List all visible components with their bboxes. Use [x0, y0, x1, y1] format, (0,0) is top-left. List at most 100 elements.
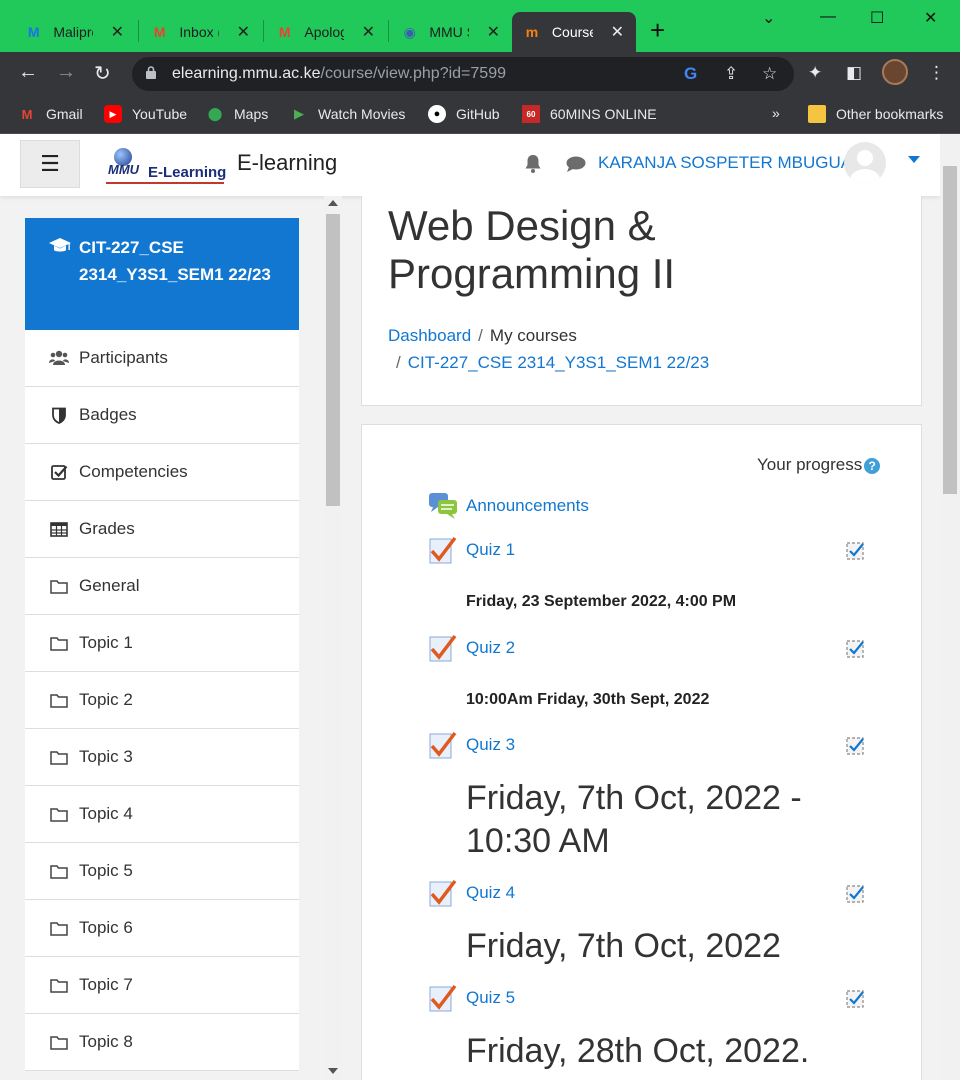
drawer-item-topic-2[interactable]: Topic 2 [25, 672, 299, 729]
folder-icon [49, 918, 69, 938]
google-lens-icon[interactable]: G [684, 64, 697, 84]
maps-pin-icon: ⬤ [207, 106, 223, 121]
mmu-favicon: ◉ [403, 23, 416, 40]
activity-announcements[interactable]: Announcements [428, 491, 589, 521]
site-name[interactable]: E-learning [237, 150, 337, 176]
quiz-date-note: Friday, 23 September 2022, 4:00 PM [466, 593, 737, 610]
chrome-menu-icon[interactable]: ⋮ [928, 63, 945, 83]
tab-title: MMU St [429, 24, 468, 40]
scrollbar-thumb[interactable] [943, 166, 957, 494]
side-panel-icon[interactable]: ◧ [846, 63, 862, 83]
address-bar[interactable]: elearning.mmu.ac.ke/course/view.php?id=7… [132, 57, 794, 91]
activity-quiz-2[interactable]: Quiz 2 [428, 633, 515, 663]
browser-tab[interactable]: M Inbox (5 ✕ [140, 12, 262, 52]
browser-tab[interactable]: ◉ MMU St ✕ [390, 12, 512, 52]
page-scrollbar[interactable] [940, 134, 960, 1080]
breadcrumb-dashboard[interactable]: Dashboard [388, 326, 471, 345]
reload-icon[interactable]: ↻ [94, 61, 111, 86]
activity-quiz-4[interactable]: Quiz 4 [428, 878, 515, 908]
drawer-item-label: Topic 4 [79, 804, 133, 823]
drawer-item-topic-1[interactable]: Topic 1 [25, 615, 299, 672]
bell-icon[interactable] [524, 154, 542, 174]
gmail-favicon: M [153, 24, 166, 40]
quiz-date-note: Friday, 7th Oct, 2022 - 10:30 AM [466, 779, 802, 860]
close-tab-icon[interactable]: ✕ [362, 22, 375, 42]
drawer-item-topic-5[interactable]: Topic 5 [25, 843, 299, 900]
drawer-item-topic-3[interactable]: Topic 3 [25, 729, 299, 786]
course-drawer: CIT-227_CSE 2314_Y3S1_SEM1 22/23 Partici… [25, 218, 299, 1080]
close-window-icon[interactable]: ✕ [924, 8, 937, 28]
share-icon[interactable]: ⇪ [724, 64, 738, 84]
completion-checkbox-icon[interactable] [846, 639, 866, 659]
completion-checkbox-icon[interactable] [846, 736, 866, 756]
bookmark-youtube[interactable]: ▶ YouTube [104, 105, 187, 123]
drawer-item-label: Grades [79, 519, 135, 538]
bookmark-other[interactable]: Other bookmarks [808, 105, 943, 123]
quiz-date-note: Friday, 7th Oct, 2022 [466, 927, 781, 965]
breadcrumb-my-courses[interactable]: My courses [490, 326, 577, 345]
graduation-cap-icon [49, 238, 71, 252]
user-name[interactable]: KARANJA SOSPETER MBUGUA [598, 153, 852, 173]
messages-icon[interactable] [566, 156, 586, 172]
extensions-icon[interactable]: ✦ [808, 63, 822, 83]
sixtymins-icon: 60 [522, 105, 540, 123]
bookmark-star-icon[interactable]: ☆ [762, 64, 777, 84]
close-tab-icon[interactable]: ✕ [611, 22, 624, 42]
help-icon[interactable]: ? [864, 457, 881, 474]
minimize-icon[interactable]: — [820, 8, 836, 26]
profile-avatar[interactable] [882, 59, 908, 85]
drawer-item-competencies[interactable]: Competencies [25, 444, 299, 501]
tab-search-icon[interactable]: ⌄ [762, 8, 775, 28]
completion-checkbox-icon[interactable] [846, 989, 866, 1009]
quiz-icon [429, 984, 457, 1012]
browser-tab[interactable]: M Malipro ✕ [14, 12, 136, 52]
activity-link: Quiz 1 [466, 540, 516, 559]
back-icon[interactable]: ← [18, 61, 38, 84]
checkbox-icon [49, 462, 69, 482]
gmail-icon: M [21, 106, 33, 122]
close-tab-icon[interactable]: ✕ [237, 22, 250, 42]
new-tab-icon[interactable]: + [650, 17, 665, 43]
drawer-item-label: Topic 7 [79, 975, 133, 994]
scrollbar-thumb[interactable] [326, 214, 340, 506]
drawer-item-topic-4[interactable]: Topic 4 [25, 786, 299, 843]
activity-quiz-1[interactable]: Quiz 1 [428, 535, 515, 565]
scroll-up-arrow-icon[interactable] [328, 200, 338, 206]
drawer-item-topic-8[interactable]: Topic 8 [25, 1014, 299, 1071]
drawer-item-badges[interactable]: Badges [25, 387, 299, 444]
drawer-item-general[interactable]: General [25, 558, 299, 615]
bookmarks-overflow-icon[interactable]: » [772, 105, 780, 121]
browser-tab[interactable]: M Apologi ✕ [265, 12, 387, 52]
breadcrumb-course[interactable]: CIT-227_CSE 2314_Y3S1_SEM1 22/23 [408, 353, 709, 372]
user-menu-caret-icon[interactable] [908, 156, 920, 163]
quiz-icon [429, 634, 457, 662]
activity-link: Announcements [466, 496, 589, 515]
browser-tab-active[interactable]: m Course: ✕ [512, 12, 636, 52]
drawer-scrollbar[interactable] [324, 196, 342, 1080]
bookmark-gmail[interactable]: M Gmail [18, 105, 83, 123]
activity-link: Quiz 2 [466, 638, 516, 657]
close-tab-icon[interactable]: ✕ [111, 22, 124, 42]
drawer-course-link[interactable]: CIT-227_CSE 2314_Y3S1_SEM1 22/23 [25, 218, 299, 330]
site-logo[interactable]: MMU E-Learning [106, 146, 228, 186]
drawer-item-grades[interactable]: Grades [25, 501, 299, 558]
menu-toggle-button[interactable]: ☰ [20, 140, 80, 188]
forward-icon[interactable]: → [56, 61, 76, 84]
maximize-icon[interactable]: ☐ [870, 8, 884, 28]
bookmark-maps[interactable]: ⬤ Maps [206, 105, 269, 123]
drawer-item-topic-6[interactable]: Topic 6 [25, 900, 299, 957]
completion-checkbox-icon[interactable] [846, 884, 866, 904]
bookmark-github[interactable]: ● GitHub [428, 105, 500, 123]
breadcrumb: Dashboard / My courses [388, 326, 577, 345]
drawer-item-topic-7[interactable]: Topic 7 [25, 957, 299, 1014]
drawer-item-participants[interactable]: Participants [25, 330, 299, 387]
activity-quiz-5[interactable]: Quiz 5 [428, 983, 515, 1013]
table-icon [49, 519, 69, 539]
scroll-down-arrow-icon[interactable] [328, 1068, 338, 1074]
bookmark-watch-movies[interactable]: ▶ Watch Movies [290, 105, 405, 123]
activity-quiz-3[interactable]: Quiz 3 [428, 730, 515, 760]
close-tab-icon[interactable]: ✕ [487, 22, 500, 42]
user-avatar[interactable] [844, 142, 886, 184]
completion-checkbox-icon[interactable] [846, 541, 866, 561]
bookmark-60mins[interactable]: 60 60MINS ONLINE [522, 105, 657, 123]
